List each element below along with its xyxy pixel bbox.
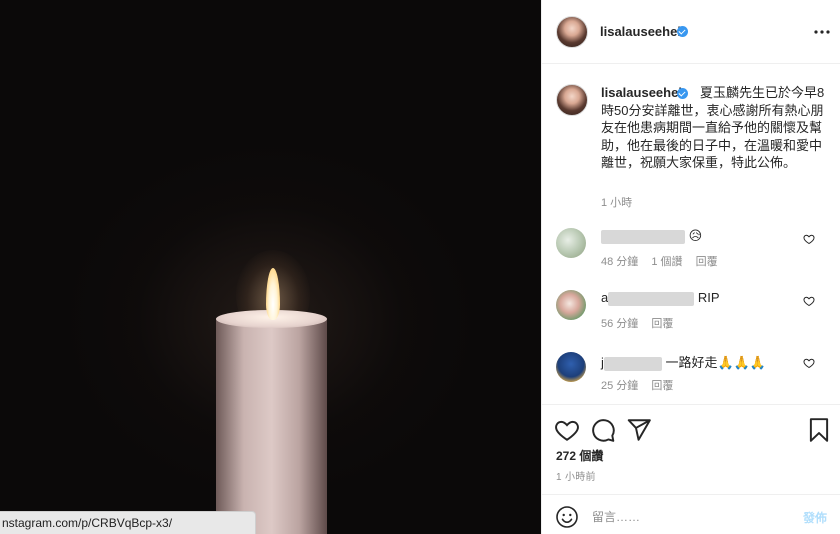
comment-likes[interactable]: 1 個讚 — [651, 256, 682, 268]
reply-button[interactable]: 回覆 — [651, 380, 673, 392]
author-avatar[interactable] — [556, 16, 588, 48]
like-count[interactable]: 272 個讚 — [556, 447, 603, 464]
comment-meta: 25 分鐘 回覆 — [601, 377, 683, 393]
redacted-username[interactable] — [603, 356, 662, 371]
emoji-icon[interactable] — [555, 505, 579, 529]
comment-item: a RIP 56 分鐘 回覆 — [542, 290, 840, 342]
heart-icon[interactable] — [554, 417, 580, 443]
comment-time: 48 分鐘 — [601, 256, 639, 268]
comment-item: 😥 48 分鐘 1 個讚 回覆 — [542, 228, 840, 280]
redacted-username[interactable] — [601, 229, 685, 244]
more-icon[interactable] — [812, 22, 832, 42]
caption-author-avatar[interactable] — [556, 84, 588, 116]
comment-time: 56 分鐘 — [601, 318, 639, 330]
comment-like-heart-icon[interactable] — [803, 357, 815, 369]
post-comment-button[interactable]: 發佈 — [803, 509, 827, 526]
comment-icon[interactable] — [590, 417, 616, 443]
post-timestamp[interactable]: 1 小時前 — [556, 468, 596, 483]
caption: lisalauseehei 夏玉麟先生已於今早8時50分安詳離世，衷心感謝所有熱心… — [601, 84, 831, 172]
comment-avatar[interactable] — [556, 352, 586, 382]
comment-item: j 一路好走🙏🙏🙏 25 分鐘 回覆 — [542, 352, 840, 404]
comment-avatar[interactable] — [556, 228, 586, 258]
redacted-username[interactable] — [608, 291, 695, 306]
share-icon[interactable] — [626, 417, 652, 443]
post-image[interactable]: nstagram.com/p/CRBVqBcp-x3/ — [0, 0, 541, 534]
reply-button[interactable]: 回覆 — [696, 256, 718, 268]
candle-body — [216, 318, 327, 534]
verified-badge-icon — [677, 26, 688, 37]
status-url-bar: nstagram.com/p/CRBVqBcp-x3/ — [0, 511, 256, 534]
comment-text: 😥 — [601, 228, 702, 244]
bookmark-icon[interactable] — [806, 417, 832, 443]
comment-form: 發佈 — [542, 494, 840, 534]
reply-button[interactable]: 回覆 — [651, 318, 673, 330]
post-header: lisalauseehei — [542, 0, 840, 64]
comment-username-initial[interactable]: a — [601, 290, 608, 305]
caption-username[interactable]: lisalauseehei — [601, 85, 682, 100]
caption-time: 1 小時 — [601, 197, 633, 209]
caption-verified-badge-icon — [677, 88, 688, 99]
comment-like-heart-icon[interactable] — [803, 233, 815, 245]
comment-meta: 56 分鐘 回覆 — [601, 315, 683, 331]
post-sidebar: lisalauseehei lisalauseehei 夏玉麟先生已於今早8時50… — [541, 0, 840, 534]
comment-body: 😥 — [688, 228, 703, 243]
comment-body: RIP — [697, 290, 720, 305]
author-username[interactable]: lisalauseehei — [600, 24, 681, 39]
comment-body: 一路好走🙏🙏🙏 — [665, 355, 767, 370]
comment-avatar[interactable] — [556, 290, 586, 320]
comment-input[interactable] — [592, 507, 792, 527]
comment-like-heart-icon[interactable] — [803, 295, 815, 307]
comment-text: j 一路好走🙏🙏🙏 — [601, 352, 766, 371]
comment-text: a RIP — [601, 290, 720, 306]
comment-meta: 48 分鐘 1 個讚 回覆 — [601, 253, 728, 269]
comment-time: 25 分鐘 — [601, 380, 639, 392]
